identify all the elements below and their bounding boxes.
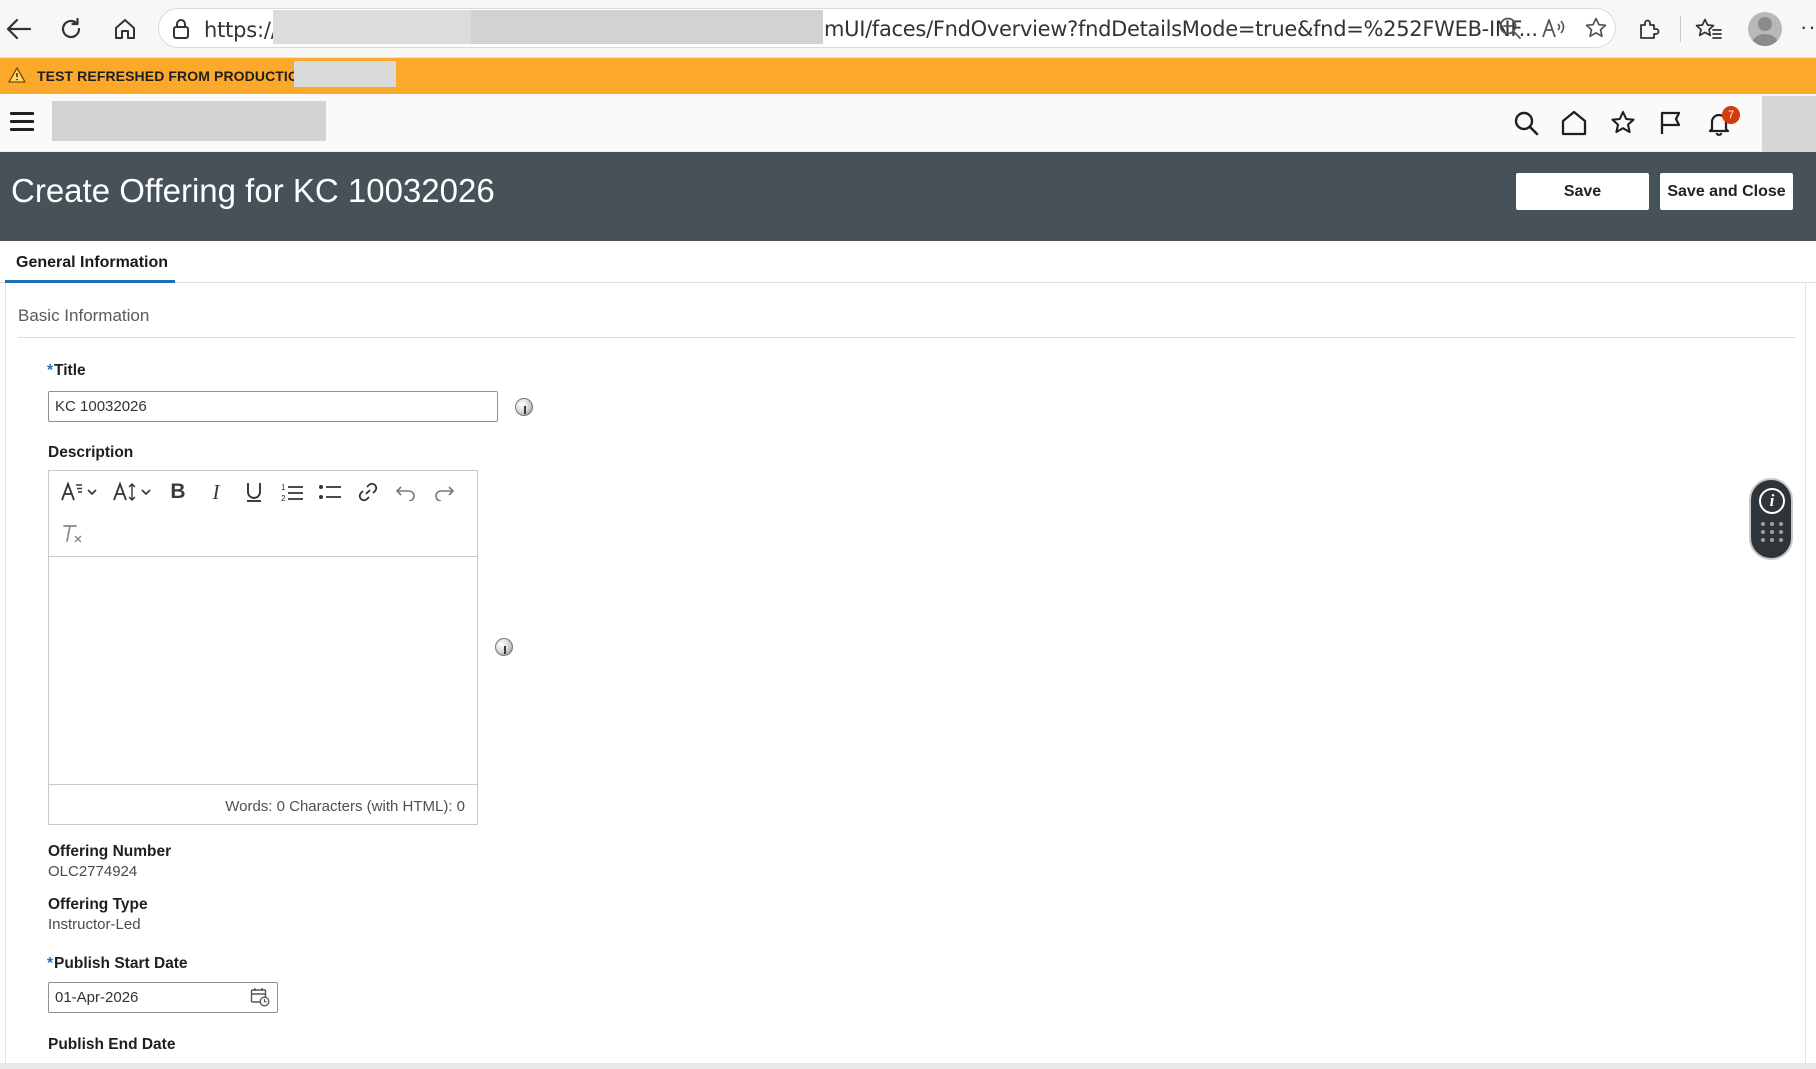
page-header: Create Offering for KC 10032026 Save Sav… <box>0 152 1816 241</box>
save-and-close-button[interactable]: Save and Close <box>1660 173 1793 210</box>
favorites-icon[interactable] <box>1690 10 1728 48</box>
redacted-logo <box>52 101 326 141</box>
redacted-url-segment <box>273 10 471 44</box>
offering-number-label: Offering Number <box>48 843 172 860</box>
publish-start-date-label: *Publish Start Date <box>47 955 188 972</box>
flag-icon[interactable] <box>1654 106 1688 140</box>
info-icon[interactable]: i <box>1759 488 1785 514</box>
bold-icon[interactable]: B <box>164 477 192 507</box>
floating-assist-widget: i <box>1749 478 1793 560</box>
help-icon[interactable] <box>495 638 513 656</box>
tab-general-information[interactable]: General Information <box>5 241 175 283</box>
svg-text:1: 1 <box>281 483 286 492</box>
hamburger-icon[interactable] <box>10 112 34 134</box>
link-icon[interactable] <box>354 477 382 507</box>
url-text-tail[interactable]: mUI/faces/FndOverview?fndDetailsMode=tru… <box>824 17 1538 41</box>
profile-avatar[interactable] <box>1748 12 1782 46</box>
bottom-edge <box>0 1063 1816 1069</box>
description-label: Description <box>48 444 134 461</box>
home-icon[interactable] <box>106 10 144 48</box>
redo-icon[interactable] <box>430 477 458 507</box>
title-label: *Title <box>47 362 86 379</box>
global-header: 7 <box>0 94 1816 152</box>
editor-toolbar: B I 12 <box>49 471 477 557</box>
banner-text: TEST REFRESHED FROM PRODUCTION <box>37 68 310 84</box>
bullet-list-icon[interactable] <box>316 477 344 507</box>
refresh-icon[interactable] <box>52 10 90 48</box>
home-icon[interactable] <box>1557 106 1591 140</box>
required-marker: * <box>47 362 54 379</box>
publish-start-date-input[interactable] <box>48 982 278 1013</box>
environment-warning-banner: TEST REFRESHED FROM PRODUCTION <box>0 58 1816 94</box>
svg-text:2: 2 <box>281 494 286 503</box>
offering-number-value: OLC2774924 <box>48 863 138 880</box>
save-button[interactable]: Save <box>1516 173 1649 210</box>
italic-icon[interactable]: I <box>202 477 230 507</box>
offering-type-value: Instructor-Led <box>48 916 141 933</box>
required-marker: * <box>47 955 54 972</box>
clear-formatting-icon[interactable] <box>59 519 87 549</box>
lock-icon[interactable] <box>171 18 191 45</box>
editor-word-count: Words: 0 Characters (with HTML): 0 <box>225 798 465 815</box>
grid-icon[interactable] <box>1761 522 1783 544</box>
font-style-dropdown-icon[interactable] <box>59 477 101 507</box>
content-panel: Basic Information *Title Description B I… <box>5 283 1806 1063</box>
calendar-icon[interactable] <box>250 987 270 1012</box>
section-divider <box>18 337 1796 338</box>
redacted-banner-segment <box>294 61 396 87</box>
notification-badge: 7 <box>1722 106 1740 124</box>
description-editor: B I 12 Words: 0 Characters (with HTML): … <box>48 470 478 825</box>
font-size-dropdown-icon[interactable] <box>111 477 155 507</box>
star-icon[interactable] <box>1578 9 1614 47</box>
puzzle-icon[interactable] <box>1630 10 1668 48</box>
help-icon[interactable] <box>515 398 533 416</box>
redacted-url-segment <box>471 10 823 44</box>
section-title: Basic Information <box>18 306 150 325</box>
tab-label: General Information <box>16 254 169 271</box>
back-arrow-icon[interactable] <box>0 10 38 48</box>
toolbar-divider <box>1680 16 1681 42</box>
zoom-out-icon[interactable] <box>1492 9 1528 47</box>
tab-bar: General Information <box>0 241 1816 283</box>
more-options-icon[interactable]: ··· <box>1800 14 1816 40</box>
description-text-area[interactable] <box>49 557 477 785</box>
read-aloud-icon[interactable] <box>1536 9 1572 47</box>
browser-toolbar: https:// mUI/faces/FndOverview?fndDetail… <box>0 0 1816 58</box>
redacted-user-menu[interactable] <box>1762 96 1816 152</box>
search-icon[interactable] <box>1509 106 1543 140</box>
star-icon[interactable] <box>1606 106 1640 140</box>
title-input[interactable] <box>48 391 498 422</box>
page-title: Create Offering for KC 10032026 <box>11 172 495 209</box>
underline-icon[interactable] <box>240 477 268 507</box>
undo-icon[interactable] <box>392 477 420 507</box>
warning-icon <box>8 67 26 88</box>
numbered-list-icon[interactable]: 12 <box>278 477 306 507</box>
url-text[interactable]: https:// <box>204 18 278 42</box>
offering-type-label: Offering Type <box>48 896 148 913</box>
publish-end-date-label: Publish End Date <box>48 1036 176 1053</box>
